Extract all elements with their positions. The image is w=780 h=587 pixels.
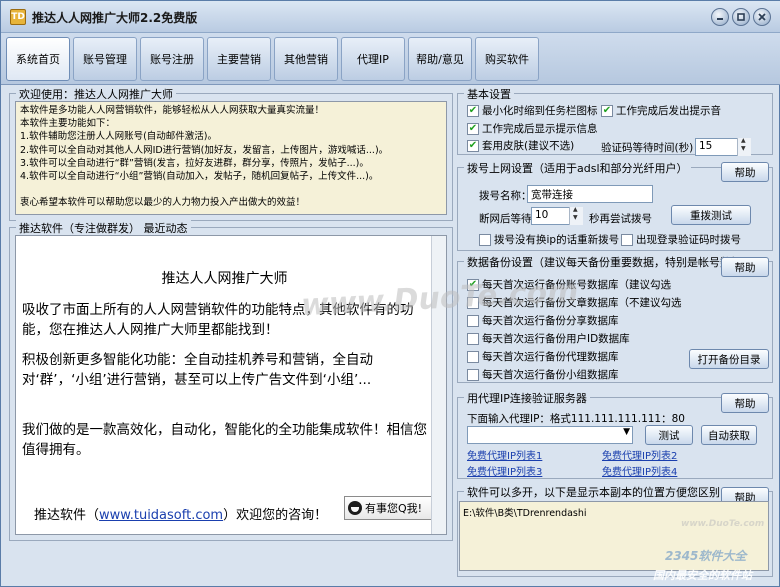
basic-settings-title: 基本设置	[464, 86, 514, 102]
tab-other-marketing[interactable]: 其他营销	[274, 37, 338, 81]
backup-proxies-label: 每天首次运行备份代理数据库	[482, 351, 619, 363]
minimize-to-tray-checkbox[interactable]: ✔ 最小化时缩到任务栏图标	[467, 103, 598, 118]
checkbox-box: ✔	[467, 122, 479, 135]
tab-help[interactable]: 帮助/意见	[408, 37, 472, 81]
brand-sub-watermark: 国内最安全的软件站	[653, 569, 752, 582]
dial-on-captcha-checkbox[interactable]: 出现登录验证码时拨号	[621, 232, 741, 247]
chevron-down-icon: ▼	[623, 427, 630, 437]
brand-watermark: 2345软件大全	[665, 549, 747, 563]
checkbox-box	[467, 332, 479, 345]
open-backup-dir-button[interactable]: 打开备份目录	[689, 349, 769, 369]
app-icon: TD	[10, 9, 26, 25]
proxy-list-link-1[interactable]: 免费代理IP列表1	[467, 447, 542, 462]
checkbox-box: ✔	[601, 104, 613, 117]
tab-home[interactable]: 系统首页	[6, 37, 70, 81]
redial-no-new-ip-checkbox[interactable]: 拨号没有换ip的话重新拨号	[479, 232, 619, 247]
checkbox-box	[467, 368, 479, 381]
close-icon	[758, 13, 766, 21]
app-window: TD 推达人人网推广大师2.2免费版 系统首页 账号管理 账号注册 主要营销 其…	[0, 0, 780, 587]
checkbox-box	[467, 314, 479, 327]
promo-title: 推达软件（专注做群发） 最近动态	[16, 220, 191, 236]
dial-name-input[interactable]: 宽带连接	[527, 185, 653, 203]
dial-help-button[interactable]: 帮助	[721, 162, 769, 182]
close-button[interactable]	[753, 8, 771, 26]
dial-settings-title: 拨号上网设置（适用于adsl和部分光纤用户）	[464, 160, 691, 176]
backup-settings-title: 数据备份设置（建议每天备份重要数据，特别是帐号数据）	[464, 254, 756, 270]
backup-shares-checkbox[interactable]: 每天首次运行备份分享数据库	[467, 313, 619, 328]
promo-footer: 推达软件（www.tuidasoft.com）欢迎您的咨询！	[34, 504, 327, 523]
proxy-list-link-3[interactable]: 免费代理IP列表3	[467, 463, 542, 478]
dial-name-label: 拨号名称：	[479, 190, 532, 202]
proxy-list-link-4[interactable]: 免费代理IP列表4	[602, 463, 677, 478]
checkbox-box	[467, 350, 479, 363]
backup-help-button[interactable]: 帮助	[721, 257, 769, 277]
welcome-title: 欢迎使用：推达人人网推广大师	[16, 86, 176, 102]
show-message-label: 工作完成后显示提示信息	[482, 123, 598, 135]
tab-account-register[interactable]: 账号注册	[140, 37, 204, 81]
backup-proxies-checkbox[interactable]: 每天首次运行备份代理数据库	[467, 349, 619, 364]
title-bar[interactable]: TD 推达人人网推广大师2.2免费版	[1, 1, 780, 33]
backup-groups-checkbox[interactable]: 每天首次运行备份小组数据库	[467, 367, 619, 382]
backup-userids-checkbox[interactable]: 每天首次运行备份用户ID数据库	[467, 331, 630, 346]
backup-shares-label: 每天首次运行备份分享数据库	[482, 315, 619, 327]
use-skin-checkbox[interactable]: ✔ 套用皮肤(建议不选)	[467, 138, 574, 153]
proxy-settings-title: 用代理IP连接验证服务器	[464, 390, 590, 406]
proxy-test-button[interactable]: 测试	[645, 425, 693, 445]
captcha-wait-spinner[interactable]	[737, 137, 751, 156]
proxy-help-button[interactable]: 帮助	[721, 393, 769, 413]
tab-proxy-ip[interactable]: 代理IP	[341, 37, 405, 81]
promo-footer-suffix: ）欢迎您的咨询！	[223, 508, 328, 523]
use-skin-label: 套用皮肤(建议不选)	[482, 140, 575, 152]
qq-contact-button[interactable]: 有事您Q我!	[344, 496, 432, 520]
captcha-wait-label: 验证码等待时间(秒)	[601, 142, 694, 154]
qq-button-label: 有事您Q我!	[365, 502, 423, 515]
promo-paragraph-2: 积极创新更多智能化功能：全自动挂机养号和营销，全自动对‘群’，‘小组’进行营销，…	[22, 352, 373, 388]
maximize-button[interactable]	[732, 8, 750, 26]
backup-userids-label: 每天首次运行备份用户ID数据库	[482, 333, 630, 345]
dial-on-captcha-label: 出现登录验证码时拨号	[636, 234, 741, 246]
minimize-icon	[717, 18, 723, 20]
dial-wait-spinner[interactable]	[569, 206, 583, 225]
checkbox-box: ✔	[467, 139, 479, 152]
maximize-icon	[737, 13, 745, 21]
proxy-select[interactable]: ▼	[467, 426, 633, 444]
dial-wait-label: 断网后等待	[479, 213, 532, 225]
backup-groups-label: 每天首次运行备份小组数据库	[482, 369, 619, 381]
tab-main-marketing[interactable]: 主要营销	[207, 37, 271, 81]
window-title: 推达人人网推广大师2.2免费版	[32, 11, 198, 25]
sound-on-finish-label: 工作完成后发出提示音	[616, 105, 721, 117]
dial-retry-label: 秒再尝试拨号	[589, 213, 652, 225]
proxy-auto-button[interactable]: 自动获取	[701, 425, 757, 445]
checkbox-box	[621, 233, 633, 246]
sound-on-finish-checkbox[interactable]: ✔ 工作完成后发出提示音	[601, 103, 721, 118]
checkbox-box: ✔	[467, 104, 479, 117]
corner-watermark: www.DuoTe.com	[681, 519, 765, 529]
proxy-list-link-2[interactable]: 免费代理IP列表2	[602, 447, 677, 462]
proxy-input-label: 下面输入代理IP：格式111.111.111.111：80	[467, 413, 685, 425]
show-message-checkbox[interactable]: ✔ 工作完成后显示提示信息	[467, 121, 598, 136]
promo-footer-prefix: 推达软件（	[34, 508, 100, 523]
minimize-to-tray-label: 最小化时缩到任务栏图标	[482, 105, 598, 117]
promo-panel[interactable]: 推达人人网推广大师 吸收了市面上所有的人人网营销软件的功能特点，其他软件有的功能…	[15, 235, 447, 535]
website-link[interactable]: www.tuidasoft.com	[99, 508, 223, 523]
promo-paragraph-3: 我们做的是一款高效化，自动化，智能化的全功能集成软件！相信您值得拥有。	[22, 422, 427, 458]
tab-buy[interactable]: 购买软件	[475, 37, 539, 81]
minimize-button[interactable]	[711, 8, 729, 26]
redial-test-button[interactable]: 重拨测试	[671, 205, 751, 225]
tab-bar: 系统首页 账号管理 账号注册 主要营销 其他营销 代理IP 帮助/意见 购买软件	[1, 33, 780, 85]
checkbox-box	[479, 233, 491, 246]
multi-instance-title: 软件可以多开，以下是显示本副本的位置方便您区别	[464, 484, 723, 500]
redial-no-new-ip-label: 拨号没有换ip的话重新拨号	[494, 234, 620, 246]
tab-account-manage[interactable]: 账号管理	[73, 37, 137, 81]
qq-penguin-icon	[348, 501, 362, 515]
welcome-text: 本软件是多功能人人网营销软件，能够轻松从人人网获取大量真实流量！ 本软件主要功能…	[15, 101, 447, 215]
